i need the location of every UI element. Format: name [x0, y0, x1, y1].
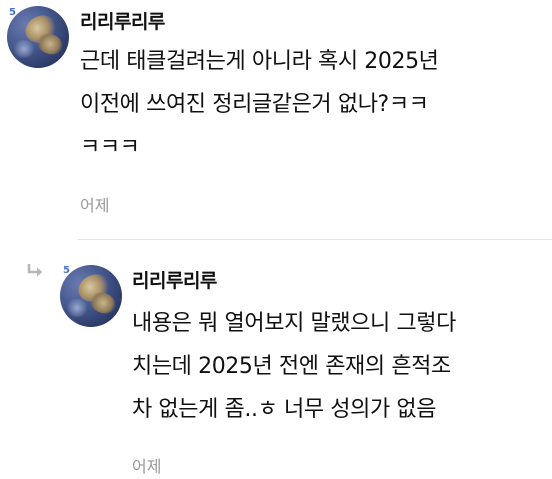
divider	[78, 239, 552, 240]
comment-text: 내용은 뭐 열어보지 말랬으니 그렇다 치는데 2025년 전엔 존재의 흔적조…	[132, 302, 456, 431]
comment-timestamp: 어제	[132, 457, 162, 476]
level-badge-icon: 5	[63, 265, 70, 276]
comment-line: ㅋㅋㅋ	[80, 135, 140, 160]
author-nickname[interactable]: 리리루리루	[80, 7, 165, 34]
comment-line: 이전에 쓰여진 정리글같은거 없나?ㅋㅋ	[80, 92, 429, 117]
reply-arrow-icon	[27, 264, 43, 277]
comment-line: 치는데 2025년 전엔 존재의 흔적조	[132, 354, 451, 379]
comment-line: 근데 태클걸려는게 아니라 혹시 2025년	[80, 49, 439, 74]
comment-line: 차 없는게 좀..ㅎ 너무 성의가 없음	[132, 397, 437, 422]
avatar[interactable]	[7, 6, 69, 68]
level-badge-icon: 5	[9, 7, 16, 18]
author-nickname[interactable]: 리리루리루	[132, 266, 217, 293]
comment-text: 근데 태클걸려는게 아니라 혹시 2025년 이전에 쓰여진 정리글같은거 없나…	[80, 40, 439, 169]
comment-line: 내용은 뭐 열어보지 말랬으니 그렇다	[132, 311, 456, 336]
comment-timestamp: 어제	[80, 196, 110, 215]
